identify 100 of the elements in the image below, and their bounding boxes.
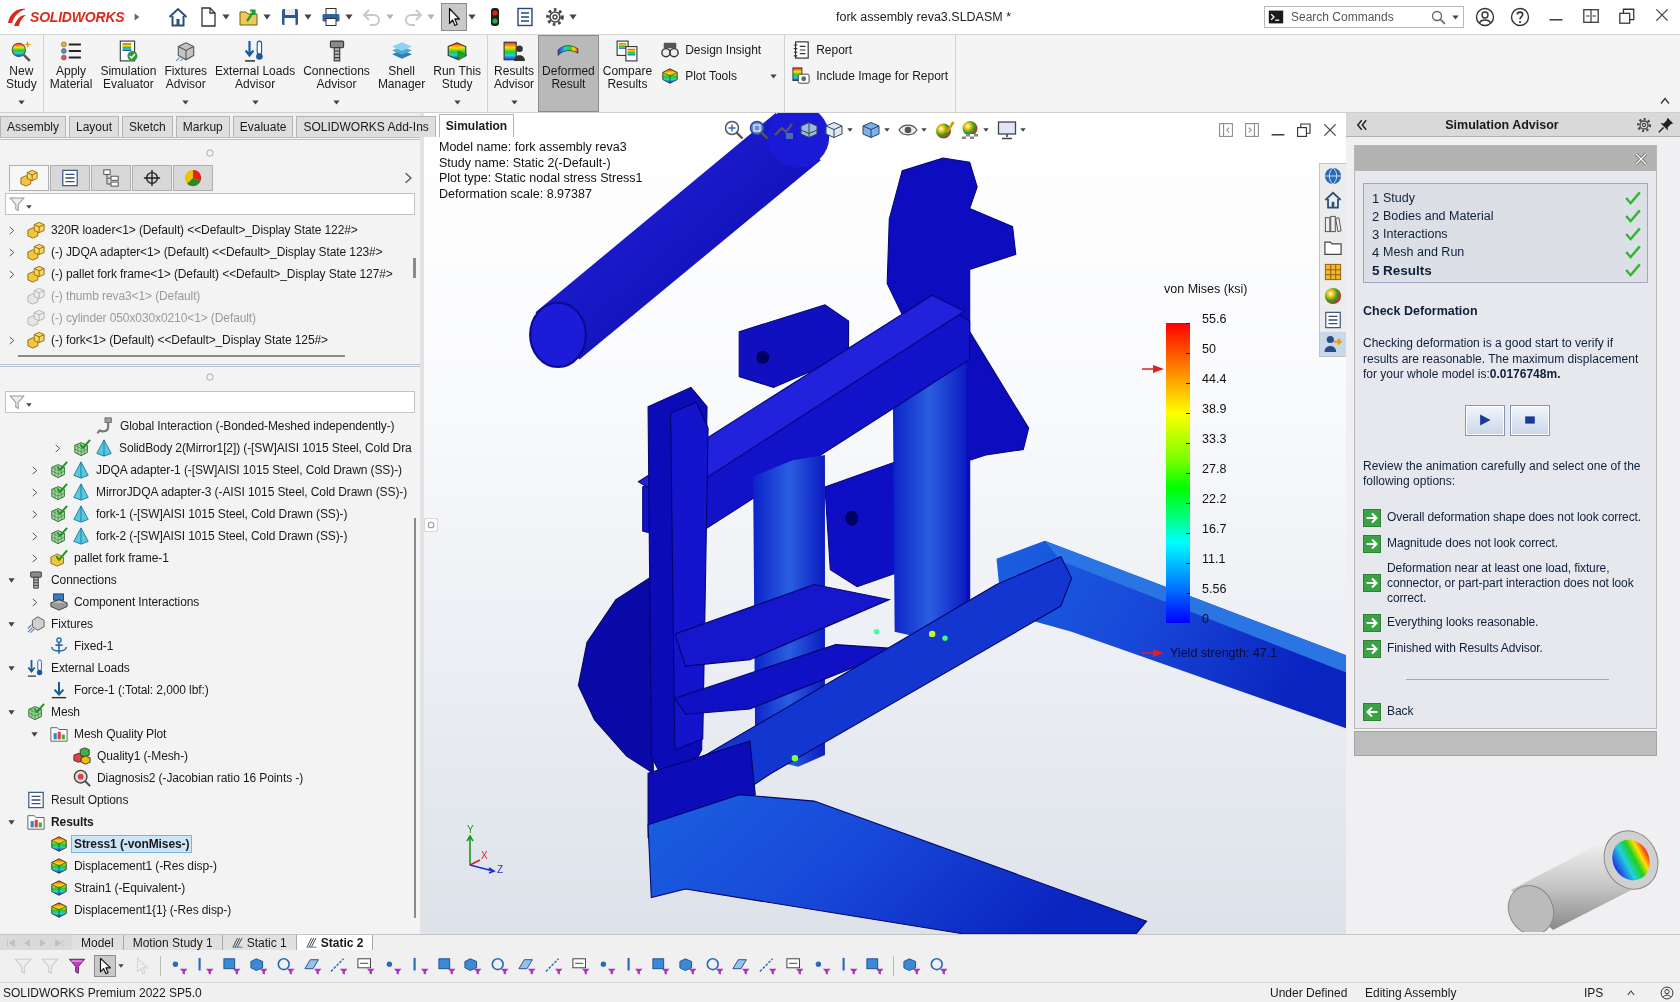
expanded-caret-icon[interactable] <box>6 619 16 629</box>
tree-item[interactable]: (-) pallet fork frame<1> (Default) <<Default>_Display State 127#> <box>49 266 395 282</box>
tree-item[interactable]: Displacement1 (-Res disp-) <box>72 858 219 874</box>
caret-icon[interactable] <box>222 13 230 21</box>
caret-icon[interactable] <box>983 127 989 133</box>
tree-item[interactable]: Displacement1{1} (-Res disp-) <box>72 902 234 918</box>
circle-filter-icon[interactable] <box>276 957 295 975</box>
tree-item[interactable]: pallet fork frame-1 <box>72 550 171 566</box>
collapsed-caret-icon[interactable] <box>52 443 62 453</box>
pointer-icon[interactable] <box>94 955 117 977</box>
back-link[interactable]: Back <box>1363 702 1651 721</box>
zoom-area-icon[interactable] <box>749 120 769 140</box>
advisor-option[interactable]: Magnitude does not look correct. <box>1363 534 1651 553</box>
advisor-option[interactable]: Overall deformation shape does not look correct. <box>1363 508 1651 527</box>
axis-filter-icon[interactable] <box>759 957 778 975</box>
play-button[interactable] <box>1464 404 1505 436</box>
panel-tab[interactable] <box>50 165 90 191</box>
open-folder-icon[interactable] <box>239 7 259 27</box>
tree-item[interactable]: Result Options <box>49 792 131 808</box>
user-status-icon[interactable] <box>1660 985 1674 1000</box>
step-label[interactable]: Study <box>1383 191 1625 205</box>
caret-icon[interactable] <box>304 13 312 21</box>
edge-filter-icon[interactable] <box>625 957 644 975</box>
expanded-caret-icon[interactable] <box>6 707 16 717</box>
command-tab[interactable]: Simulation <box>438 114 515 137</box>
note-filter-icon[interactable] <box>785 957 804 975</box>
study-tab[interactable]: Static 2 <box>296 935 374 950</box>
plane-filter-icon[interactable] <box>732 957 751 975</box>
tile-right-icon[interactable] <box>1244 122 1260 138</box>
tree-item[interactable]: Global Interaction (-Bonded-Meshed independently-) <box>118 418 397 434</box>
expanded-caret-icon[interactable] <box>6 575 16 585</box>
ribbon-button[interactable]: External Loads Advisor <box>211 35 300 112</box>
plane-filter-icon[interactable] <box>517 957 536 975</box>
caret-icon[interactable] <box>468 13 476 21</box>
pin-icon[interactable] <box>1658 116 1674 133</box>
collapsed-caret-icon[interactable] <box>6 225 16 235</box>
double-chevron-icon[interactable] <box>1356 118 1368 131</box>
tile-left-icon[interactable] <box>1218 122 1234 138</box>
advisor-option[interactable]: Deformation near at least one load, fixture, connector, or part-part interaction does not look correct. <box>1363 560 1651 606</box>
close-icon[interactable] <box>1322 122 1338 138</box>
ribbon-button[interactable]: Run This Study <box>429 35 486 112</box>
command-tab[interactable]: Evaluate <box>232 116 294 137</box>
scrollbar-thumb[interactable] <box>414 518 416 918</box>
collapsed-caret-icon[interactable] <box>29 487 39 497</box>
tree-item[interactable]: Fixtures <box>49 616 95 632</box>
circle-filter-icon[interactable] <box>929 957 948 975</box>
tree-item[interactable]: Results <box>49 814 96 830</box>
tree-item[interactable]: Mesh Quality Plot <box>72 726 169 742</box>
collapsed-caret-icon[interactable] <box>6 269 16 279</box>
collapsed-caret-icon[interactable] <box>6 335 16 345</box>
panel-tab[interactable] <box>91 165 131 191</box>
document-list-icon[interactable] <box>515 7 535 27</box>
tree-item[interactable]: Fixed-1 <box>72 638 116 654</box>
study-tab[interactable]: Static 1 <box>222 935 297 950</box>
caret-icon[interactable] <box>921 127 927 133</box>
sphere-scene-icon[interactable] <box>960 120 980 140</box>
collapsed-caret-icon[interactable] <box>29 509 39 519</box>
advisor-option[interactable]: Finished with Results Advisor. <box>1363 639 1651 658</box>
command-tab[interactable]: Layout <box>69 116 120 137</box>
step-label[interactable]: Mesh and Run <box>1383 245 1625 259</box>
caret-icon[interactable] <box>1452 13 1459 21</box>
printer-icon[interactable] <box>321 7 341 27</box>
tree-item[interactable]: (-) fork<1> (Default) <<Default>_Display State 125#> <box>49 332 330 348</box>
tree-item[interactable]: Connections <box>49 572 119 588</box>
scrollbar-thumb[interactable] <box>413 258 416 278</box>
monitor-icon[interactable] <box>997 120 1017 140</box>
splitter-handle-icon[interactable] <box>424 518 438 532</box>
command-tab[interactable]: Markup <box>175 116 230 137</box>
expanded-caret-icon[interactable] <box>6 817 16 827</box>
caret-icon[interactable] <box>1020 127 1026 133</box>
expanded-caret-icon[interactable] <box>6 663 16 673</box>
solid-filter-icon[interactable] <box>678 957 697 975</box>
scrollbar-thumb[interactable] <box>18 355 345 357</box>
tree-item[interactable]: Quality1 (-Mesh-) <box>95 748 190 764</box>
solid-filter-icon[interactable] <box>249 957 268 975</box>
splitter-handle-icon[interactable] <box>206 373 214 381</box>
ribbon-button[interactable]: Report <box>787 38 954 62</box>
caret-icon[interactable] <box>884 127 890 133</box>
collapse-ribbon-icon[interactable] <box>1660 96 1670 106</box>
task-pane-tab[interactable] <box>1320 332 1346 356</box>
shaded-cube-icon[interactable] <box>861 120 881 140</box>
help-icon[interactable] <box>1510 7 1531 27</box>
collapsed-caret-icon[interactable] <box>29 597 39 607</box>
user-icon[interactable] <box>1474 7 1495 27</box>
study-tab[interactable]: Model <box>72 935 124 950</box>
step-label[interactable]: Results <box>1383 262 1625 278</box>
ribbon-button[interactable]: Design Insight <box>656 38 783 62</box>
caret-icon[interactable] <box>569 13 577 21</box>
caret-icon[interactable] <box>263 13 271 21</box>
chevron-right-icon[interactable] <box>402 172 414 184</box>
ribbon-button[interactable]: Connections Advisor <box>299 35 374 112</box>
search-field[interactable]: Search Commands <box>1264 6 1464 28</box>
ribbon-button[interactable]: Deformed Result <box>538 35 599 112</box>
section-cube-icon[interactable] <box>799 120 819 140</box>
tree-item[interactable]: (-) JDQA adapter<1> (Default) <<Default>_Display State 123#> <box>49 244 385 260</box>
close-icon[interactable] <box>1634 151 1648 166</box>
ribbon-button[interactable]: Results Advisor <box>490 35 539 112</box>
tree-item[interactable]: 320R loader<1> (Default) <<Default>_Display State 122#> <box>49 222 360 238</box>
collapsed-caret-icon[interactable] <box>29 531 39 541</box>
tree-item[interactable]: External Loads <box>49 660 132 676</box>
